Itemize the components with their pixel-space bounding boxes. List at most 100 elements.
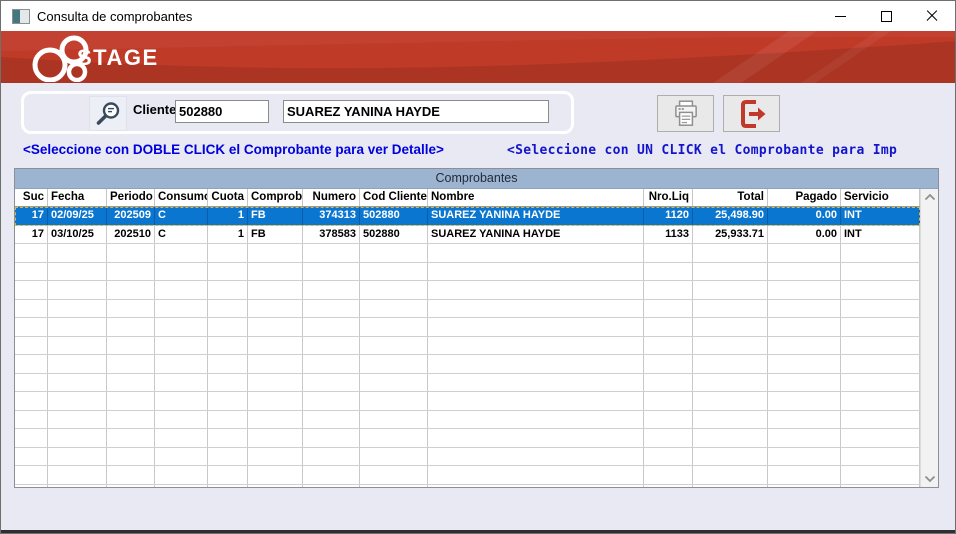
table-cell bbox=[303, 466, 360, 484]
table-cell bbox=[208, 429, 248, 447]
search-button[interactable] bbox=[89, 96, 127, 131]
table-cell: INT bbox=[841, 226, 920, 244]
table-cell bbox=[428, 355, 644, 373]
table-cell bbox=[155, 263, 208, 281]
table-cell bbox=[693, 263, 768, 281]
table-row bbox=[15, 281, 920, 300]
table-cell bbox=[644, 448, 693, 466]
column-header-consumo[interactable]: Consumo bbox=[155, 189, 208, 206]
table-cell bbox=[428, 448, 644, 466]
table-cell bbox=[155, 337, 208, 355]
table-cell bbox=[155, 485, 208, 488]
table-cell bbox=[841, 337, 920, 355]
table-row bbox=[15, 485, 920, 488]
column-header-nombre[interactable]: Nombre bbox=[428, 189, 644, 206]
table-cell bbox=[693, 318, 768, 336]
chevron-down-icon bbox=[924, 475, 936, 483]
minimize-button[interactable] bbox=[817, 1, 863, 31]
table-row[interactable]: 1702/09/25202509C1FB374313502880SUAREZ Y… bbox=[15, 207, 920, 226]
stage-logo-text: STAGE bbox=[77, 45, 159, 71]
table-cell bbox=[644, 263, 693, 281]
table-cell bbox=[208, 318, 248, 336]
table-cell bbox=[155, 281, 208, 299]
client-name-input[interactable] bbox=[283, 100, 549, 123]
table-cell bbox=[107, 374, 155, 392]
table-cell bbox=[48, 429, 107, 447]
table-cell bbox=[155, 244, 208, 262]
maximize-button[interactable] bbox=[863, 1, 909, 31]
column-header-cuota[interactable]: Cuota bbox=[208, 189, 248, 206]
table-cell bbox=[107, 392, 155, 410]
column-header-pagado[interactable]: Pagado bbox=[768, 189, 841, 206]
print-button[interactable] bbox=[657, 95, 714, 132]
table-cell bbox=[841, 355, 920, 373]
table-cell bbox=[15, 448, 48, 466]
table-cell bbox=[48, 448, 107, 466]
table-cell bbox=[48, 485, 107, 488]
table-row[interactable]: 1703/10/25202510C1FB378583502880SUAREZ Y… bbox=[15, 226, 920, 245]
table-cell bbox=[303, 448, 360, 466]
client-code-input[interactable] bbox=[175, 100, 269, 123]
table-cell bbox=[303, 300, 360, 318]
table-cell bbox=[303, 485, 360, 488]
table-row bbox=[15, 429, 920, 448]
table-cell bbox=[644, 244, 693, 262]
table-row bbox=[15, 263, 920, 282]
table-cell bbox=[841, 448, 920, 466]
table-cell bbox=[841, 411, 920, 429]
scroll-down-button[interactable] bbox=[921, 471, 938, 487]
table-cell: 1133 bbox=[644, 226, 693, 244]
table-cell bbox=[768, 318, 841, 336]
table-cell bbox=[360, 300, 428, 318]
table-cell bbox=[48, 374, 107, 392]
column-header-suc[interactable]: Suc bbox=[15, 189, 48, 206]
table-row bbox=[15, 466, 920, 485]
table-cell bbox=[15, 263, 48, 281]
table-cell bbox=[428, 318, 644, 336]
column-header-numero[interactable]: Numero bbox=[303, 189, 360, 206]
table-cell bbox=[107, 355, 155, 373]
printer-icon bbox=[670, 98, 702, 130]
column-header-cod-cliente[interactable]: Cod Cliente bbox=[360, 189, 428, 206]
table-cell: 17 bbox=[15, 226, 48, 244]
grid-body: 1702/09/25202509C1FB374313502880SUAREZ Y… bbox=[15, 207, 920, 487]
table-cell bbox=[644, 466, 693, 484]
comprobantes-grid: Comprobantes SucFechaPeriodoConsumoCuota… bbox=[14, 168, 939, 488]
table-cell bbox=[841, 300, 920, 318]
table-cell bbox=[107, 448, 155, 466]
table-cell bbox=[644, 281, 693, 299]
window-title: Consulta de comprobantes bbox=[37, 9, 192, 24]
table-cell: 1 bbox=[208, 207, 248, 225]
column-header-fecha[interactable]: Fecha bbox=[48, 189, 107, 206]
column-header-total[interactable]: Total bbox=[693, 189, 768, 206]
table-cell bbox=[155, 466, 208, 484]
table-cell bbox=[248, 263, 303, 281]
table-cell bbox=[360, 466, 428, 484]
table-cell bbox=[15, 355, 48, 373]
table-cell bbox=[841, 392, 920, 410]
table-cell: 17 bbox=[15, 207, 48, 225]
table-cell bbox=[248, 281, 303, 299]
table-cell bbox=[693, 244, 768, 262]
column-header-periodo[interactable]: Periodo bbox=[107, 189, 155, 206]
table-cell bbox=[644, 429, 693, 447]
table-cell bbox=[15, 485, 48, 488]
table-cell bbox=[693, 485, 768, 488]
exit-button[interactable] bbox=[723, 95, 780, 132]
column-header-servicio[interactable]: Servicio bbox=[841, 189, 920, 206]
column-header-nro-liq[interactable]: Nro.Liq bbox=[644, 189, 693, 206]
table-cell bbox=[208, 411, 248, 429]
table-cell: 03/10/25 bbox=[48, 226, 107, 244]
close-button[interactable] bbox=[909, 1, 955, 31]
table-cell bbox=[248, 337, 303, 355]
instruction-double-click: <Seleccione con DOBLE CLICK el Comproban… bbox=[23, 142, 444, 157]
table-cell bbox=[248, 244, 303, 262]
table-cell bbox=[208, 448, 248, 466]
column-header-comprob[interactable]: Comprob bbox=[248, 189, 303, 206]
table-cell bbox=[48, 355, 107, 373]
table-row bbox=[15, 244, 920, 263]
scroll-up-button[interactable] bbox=[921, 189, 938, 205]
table-cell bbox=[841, 374, 920, 392]
vertical-scrollbar[interactable] bbox=[920, 189, 938, 487]
table-cell bbox=[248, 300, 303, 318]
